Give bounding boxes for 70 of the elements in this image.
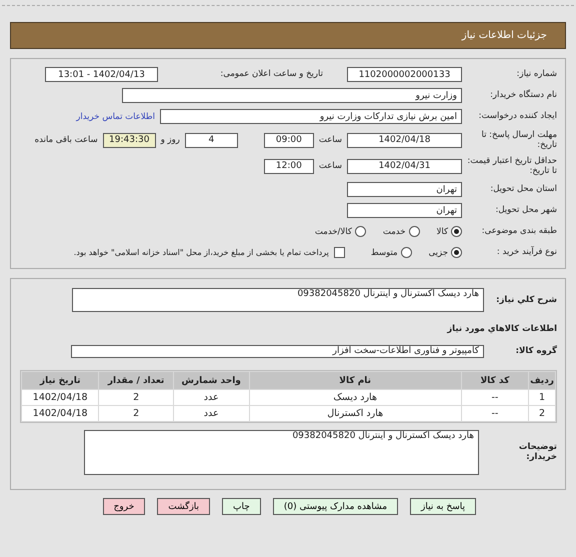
radio-button[interactable] bbox=[400, 247, 412, 258]
action-button[interactable]: پاسخ به نیاز bbox=[410, 498, 476, 515]
field-label: شرح کلي نياز: bbox=[495, 294, 557, 306]
section-title: اطلاعات کالاهاي مورد نياز bbox=[446, 323, 557, 336]
table-cell: 1 bbox=[529, 390, 555, 405]
city-field[interactable]: تهران bbox=[347, 203, 462, 218]
radio-button[interactable] bbox=[451, 247, 462, 258]
column-header: ردیف bbox=[529, 372, 555, 389]
remaining-label: ساعت باقی مانده bbox=[34, 135, 98, 145]
creator-field[interactable]: امین برش نیازی تدارکات وزارت نیرو bbox=[160, 109, 462, 124]
announce-date-field[interactable]: 1402/04/13 - 13:01 bbox=[45, 67, 158, 82]
column-header: کد کالا bbox=[462, 372, 528, 389]
table-cell: هارد اکسترنال bbox=[250, 406, 461, 421]
column-header: تاریخ نیاز bbox=[22, 372, 98, 389]
time-label: ساعت bbox=[318, 161, 342, 171]
days-label: روز و bbox=[160, 135, 180, 145]
contact-link[interactable]: اطلاعات تماس خریدار bbox=[76, 112, 155, 122]
table-cell: 2 bbox=[529, 406, 555, 421]
payment-checkbox[interactable] bbox=[334, 247, 345, 258]
field-label: شهر محل تحویل: bbox=[494, 205, 557, 216]
action-button[interactable]: مشاهده مدارک پیوستی (0) bbox=[272, 498, 398, 515]
table-cell: -- bbox=[462, 406, 528, 421]
field-label: طبقه بندی موضوعی: bbox=[480, 226, 557, 237]
column-header: واحد شمارش bbox=[174, 372, 249, 389]
deadline-date-field[interactable]: 1402/04/18 bbox=[347, 132, 462, 148]
radio-label: کالا bbox=[436, 226, 448, 236]
field-label: نام دستگاه خریدار: bbox=[489, 90, 557, 101]
table-cell: عدد bbox=[174, 390, 249, 405]
radio-button[interactable] bbox=[354, 226, 366, 237]
table-cell: 2 bbox=[99, 406, 173, 421]
action-button[interactable]: خروج bbox=[102, 498, 146, 515]
field-label: استان محل تحویل: bbox=[489, 184, 557, 195]
table-cell: 1402/04/18 bbox=[22, 390, 98, 405]
remaining-time-field: 19:43:30 bbox=[102, 132, 156, 148]
table-cell: هارد دیسک bbox=[250, 390, 461, 405]
table-cell: عدد bbox=[174, 406, 249, 421]
field-label: توضیحات خریدار: bbox=[518, 442, 557, 462]
radio-button[interactable] bbox=[408, 226, 420, 237]
table-cell: 2 bbox=[99, 390, 173, 405]
field-label: تاریخ و ساعت اعلان عمومی: bbox=[219, 69, 323, 80]
radio-label: متوسط bbox=[370, 248, 398, 258]
days-field[interactable]: 4 bbox=[184, 132, 238, 148]
table-cell: -- bbox=[462, 390, 528, 405]
action-button[interactable]: بازگشت bbox=[157, 498, 210, 515]
radio-label: کالا/خدمت bbox=[314, 226, 352, 236]
field-label: مهلت ارسال پاسخ: تا تاریخ: bbox=[480, 130, 557, 150]
column-header: نام کالا bbox=[250, 372, 461, 389]
group-field[interactable]: کامپیوتر و فناوری اطلاعات-سخت افزار bbox=[71, 344, 484, 358]
payment-text: پرداخت تمام یا بخشی از مبلغ خرید،از محل "اسناد خزانه اسلامی" خواهد بود. bbox=[74, 248, 329, 257]
deadline-time-field[interactable]: 09:00 bbox=[264, 132, 314, 148]
notes-field[interactable]: هارد دیسک اکسترنال و اینترنال 09382045820 bbox=[84, 430, 479, 474]
description-field[interactable]: هارد دیسک اکسترنال و اینترنال 09382045820 bbox=[72, 288, 484, 312]
validity-time-field[interactable]: 12:00 bbox=[264, 158, 314, 174]
need-number-field[interactable]: 1102000002000133 bbox=[347, 67, 462, 82]
radio-label: خدمت bbox=[382, 226, 406, 236]
radio-label: جزیی bbox=[428, 248, 448, 258]
table-cell: 1402/04/18 bbox=[22, 406, 98, 421]
buyer-field[interactable]: وزارت نیرو bbox=[122, 88, 462, 103]
validity-date-field[interactable]: 1402/04/31 bbox=[347, 158, 462, 174]
column-header: تعداد / مقدار bbox=[99, 372, 173, 389]
field-label: نوع فرآیند خرید : bbox=[496, 247, 557, 258]
field-label: شماره نیاز: bbox=[516, 69, 557, 80]
action-button[interactable]: چاپ bbox=[222, 498, 261, 515]
field-label: گروه کالا: bbox=[514, 346, 557, 356]
province-field[interactable]: تهران bbox=[347, 182, 462, 197]
field-label: حداقل تاریخ اعتبار قیمت: تا تاریخ: bbox=[467, 156, 557, 176]
time-label: ساعت bbox=[318, 135, 342, 145]
field-label: ایجاد کننده درخواست: bbox=[478, 111, 557, 122]
page-title: جزئیات اطلاعات نیاز bbox=[462, 30, 547, 41]
radio-button[interactable] bbox=[451, 226, 462, 237]
